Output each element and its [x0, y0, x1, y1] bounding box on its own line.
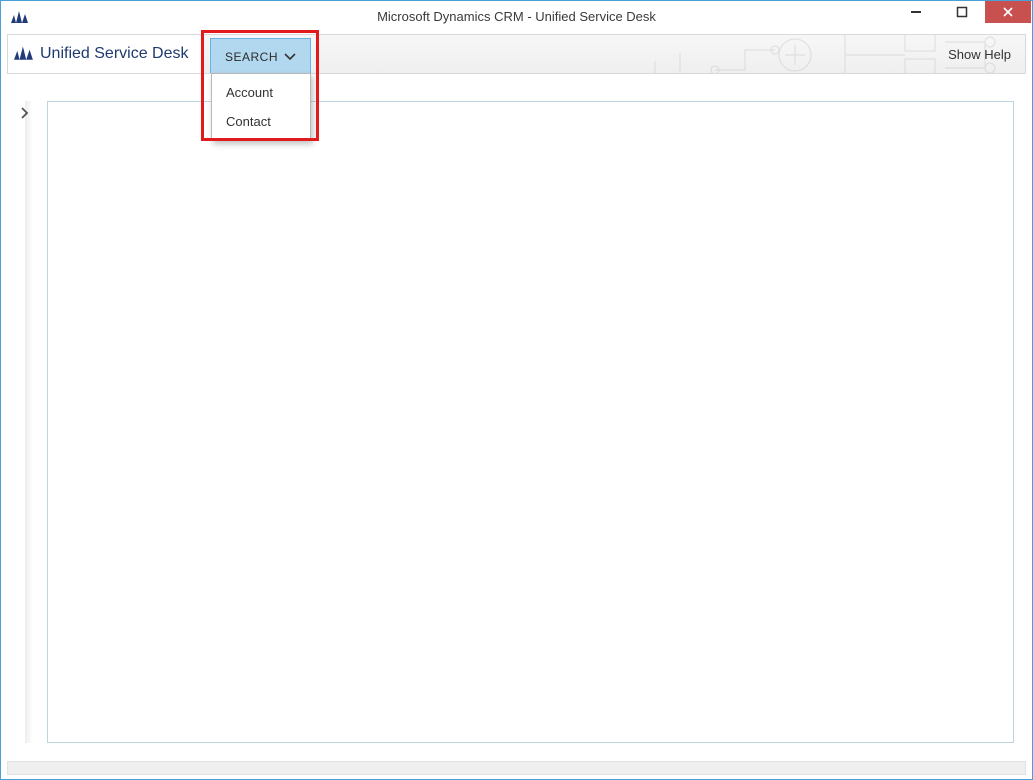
content-panel	[47, 101, 1014, 743]
window-controls	[893, 1, 1032, 23]
search-button-label: SEARCH	[225, 50, 278, 64]
minimize-button[interactable]	[893, 1, 939, 23]
title-bar: Microsoft Dynamics CRM - Unified Service…	[1, 1, 1032, 31]
search-dropdown-menu: Account Contact	[211, 73, 311, 141]
main-area	[7, 77, 1026, 759]
chevron-down-icon	[284, 50, 296, 64]
app-window: Microsoft Dynamics CRM - Unified Service…	[0, 0, 1033, 780]
main-toolbar: Unified Service Desk SEARCH Show Help	[7, 34, 1026, 74]
search-menu-item-account[interactable]: Account	[212, 78, 310, 107]
search-dropdown-button[interactable]: SEARCH	[210, 38, 311, 74]
maximize-button[interactable]	[939, 1, 985, 23]
window-title: Microsoft Dynamics CRM - Unified Service…	[1, 9, 1032, 24]
search-menu-item-contact[interactable]: Contact	[212, 107, 310, 136]
status-bar	[7, 761, 1026, 775]
show-help-link[interactable]: Show Help	[948, 35, 1011, 73]
menu-item-label: Contact	[226, 114, 271, 129]
app-logo-icon	[10, 6, 30, 26]
close-button[interactable]	[985, 1, 1031, 23]
brand-block: Unified Service Desk	[8, 35, 204, 73]
help-link-label: Show Help	[948, 47, 1011, 62]
brand-title: Unified Service Desk	[40, 45, 189, 63]
menu-item-label: Account	[226, 85, 273, 100]
content-shadow	[25, 101, 33, 743]
brand-logo-icon	[14, 44, 34, 65]
